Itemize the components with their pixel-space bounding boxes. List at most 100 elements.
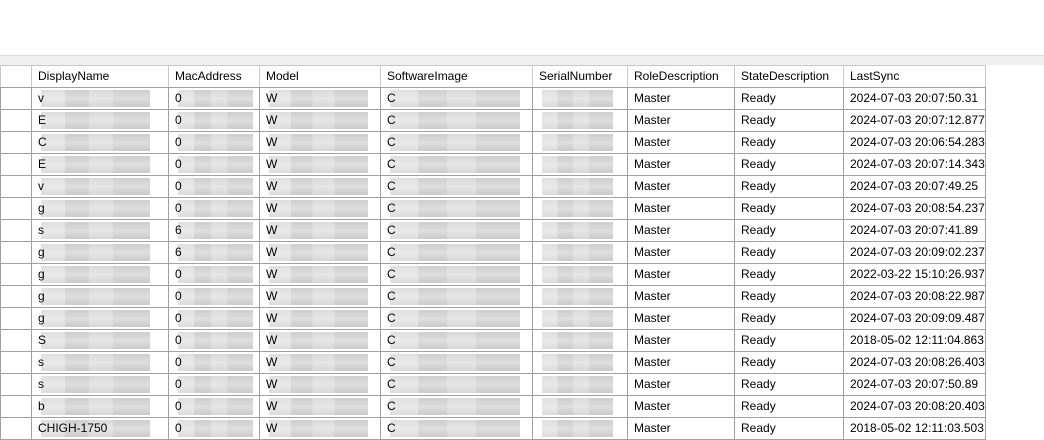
column-header-mac-address[interactable]: MacAddress bbox=[168, 65, 260, 88]
cell-model[interactable]: W bbox=[259, 175, 381, 198]
cell-last-sync[interactable]: 2018-05-02 12:11:03.503 bbox=[843, 417, 986, 440]
cell-display-name[interactable]: g bbox=[31, 197, 169, 220]
cell-display-name[interactable]: g bbox=[31, 263, 169, 286]
row-selector[interactable] bbox=[0, 417, 32, 440]
cell-last-sync[interactable]: 2024-07-03 20:09:09.487 bbox=[843, 307, 986, 330]
table-row[interactable]: S 0 W C Master Ready 2018-05-02 12:11:04.863 bbox=[0, 329, 986, 352]
cell-model[interactable]: W bbox=[259, 417, 381, 440]
cell-serial-number[interactable] bbox=[532, 395, 628, 418]
cell-mac-address[interactable]: 0 bbox=[168, 197, 260, 220]
cell-role-description[interactable]: Master bbox=[627, 153, 735, 176]
cell-display-name[interactable]: CHIGH-1750 bbox=[31, 417, 169, 440]
cell-state-description[interactable]: Ready bbox=[734, 263, 844, 286]
row-selector[interactable] bbox=[0, 131, 32, 154]
cell-model[interactable]: W bbox=[259, 219, 381, 242]
cell-last-sync[interactable]: 2024-07-03 20:08:26.403 bbox=[843, 351, 986, 374]
cell-mac-address[interactable]: 0 bbox=[168, 263, 260, 286]
cell-model[interactable]: W bbox=[259, 241, 381, 264]
cell-mac-address[interactable]: 0 bbox=[168, 87, 260, 110]
table-row[interactable]: C 0 W C Master Ready 2024-07-03 20:06:54.283 bbox=[0, 131, 986, 154]
cell-model[interactable]: W bbox=[259, 153, 381, 176]
cell-last-sync[interactable]: 2024-07-03 20:08:20.403 bbox=[843, 395, 986, 418]
cell-model[interactable]: W bbox=[259, 307, 381, 330]
cell-last-sync[interactable]: 2024-07-03 20:07:41.89 bbox=[843, 219, 986, 242]
cell-serial-number[interactable] bbox=[532, 109, 628, 132]
table-row[interactable]: b 0 W C Master Ready 2024-07-03 20:08:20.403 bbox=[0, 395, 986, 418]
column-header-state-description[interactable]: StateDescription bbox=[734, 65, 844, 88]
table-row[interactable]: g 6 W C Master Ready 2024-07-03 20:09:02.237 bbox=[0, 241, 986, 264]
cell-state-description[interactable]: Ready bbox=[734, 285, 844, 308]
cell-software-image[interactable]: C bbox=[380, 263, 533, 286]
row-selector[interactable] bbox=[0, 241, 32, 264]
row-selector[interactable] bbox=[0, 87, 32, 110]
cell-state-description[interactable]: Ready bbox=[734, 351, 844, 374]
table-row[interactable]: g 0 W C Master Ready 2024-07-03 20:08:54.237 bbox=[0, 197, 986, 220]
query-pane[interactable] bbox=[0, 0, 1044, 56]
cell-role-description[interactable]: Master bbox=[627, 131, 735, 154]
cell-serial-number[interactable] bbox=[532, 197, 628, 220]
cell-software-image[interactable]: C bbox=[380, 285, 533, 308]
cell-state-description[interactable]: Ready bbox=[734, 153, 844, 176]
column-header-display-name[interactable]: DisplayName bbox=[31, 65, 169, 88]
cell-software-image[interactable]: C bbox=[380, 175, 533, 198]
cell-state-description[interactable]: Ready bbox=[734, 329, 844, 352]
cell-state-description[interactable]: Ready bbox=[734, 373, 844, 396]
cell-software-image[interactable]: C bbox=[380, 131, 533, 154]
cell-software-image[interactable]: C bbox=[380, 351, 533, 374]
cell-serial-number[interactable] bbox=[532, 87, 628, 110]
cell-role-description[interactable]: Master bbox=[627, 307, 735, 330]
table-row[interactable]: E 0 W C Master Ready 2024-07-03 20:07:14.343 bbox=[0, 153, 986, 176]
cell-model[interactable]: W bbox=[259, 351, 381, 374]
cell-display-name[interactable]: s bbox=[31, 373, 169, 396]
cell-mac-address[interactable]: 0 bbox=[168, 153, 260, 176]
cell-serial-number[interactable] bbox=[532, 131, 628, 154]
row-selector[interactable] bbox=[0, 329, 32, 352]
cell-serial-number[interactable] bbox=[532, 307, 628, 330]
cell-mac-address[interactable]: 0 bbox=[168, 131, 260, 154]
cell-serial-number[interactable] bbox=[532, 153, 628, 176]
cell-software-image[interactable]: C bbox=[380, 329, 533, 352]
cell-state-description[interactable]: Ready bbox=[734, 307, 844, 330]
row-selector[interactable] bbox=[0, 395, 32, 418]
cell-role-description[interactable]: Master bbox=[627, 87, 735, 110]
cell-last-sync[interactable]: 2024-07-03 20:06:54.283 bbox=[843, 131, 986, 154]
cell-last-sync[interactable]: 2022-03-22 15:10:26.937 bbox=[843, 263, 986, 286]
cell-state-description[interactable]: Ready bbox=[734, 131, 844, 154]
cell-state-description[interactable]: Ready bbox=[734, 87, 844, 110]
cell-mac-address[interactable]: 0 bbox=[168, 109, 260, 132]
cell-role-description[interactable]: Master bbox=[627, 197, 735, 220]
cell-display-name[interactable]: g bbox=[31, 285, 169, 308]
cell-role-description[interactable]: Master bbox=[627, 417, 735, 440]
cell-role-description[interactable]: Master bbox=[627, 373, 735, 396]
cell-state-description[interactable]: Ready bbox=[734, 109, 844, 132]
cell-software-image[interactable]: C bbox=[380, 197, 533, 220]
cell-mac-address[interactable]: 0 bbox=[168, 395, 260, 418]
cell-role-description[interactable]: Master bbox=[627, 285, 735, 308]
table-row[interactable]: s 0 W C Master Ready 2024-07-03 20:07:50.89 bbox=[0, 373, 986, 396]
cell-model[interactable]: W bbox=[259, 87, 381, 110]
cell-serial-number[interactable] bbox=[532, 219, 628, 242]
cell-last-sync[interactable]: 2024-07-03 20:07:50.89 bbox=[843, 373, 986, 396]
cell-display-name[interactable]: s bbox=[31, 219, 169, 242]
cell-role-description[interactable]: Master bbox=[627, 263, 735, 286]
cell-state-description[interactable]: Ready bbox=[734, 197, 844, 220]
cell-serial-number[interactable] bbox=[532, 373, 628, 396]
cell-last-sync[interactable]: 2018-05-02 12:11:04.863 bbox=[843, 329, 986, 352]
row-selector[interactable] bbox=[0, 263, 32, 286]
cell-mac-address[interactable]: 0 bbox=[168, 329, 260, 352]
table-row[interactable]: g 0 W C Master Ready 2024-07-03 20:09:09.487 bbox=[0, 307, 986, 330]
cell-role-description[interactable]: Master bbox=[627, 329, 735, 352]
cell-software-image[interactable]: C bbox=[380, 373, 533, 396]
table-row[interactable]: s 6 W C Master Ready 2024-07-03 20:07:41.89 bbox=[0, 219, 986, 242]
cell-last-sync[interactable]: 2024-07-03 20:08:54.237 bbox=[843, 197, 986, 220]
cell-mac-address[interactable]: 6 bbox=[168, 219, 260, 242]
cell-role-description[interactable]: Master bbox=[627, 175, 735, 198]
column-header-role-description[interactable]: RoleDescription bbox=[627, 65, 735, 88]
cell-software-image[interactable]: C bbox=[380, 219, 533, 242]
cell-role-description[interactable]: Master bbox=[627, 219, 735, 242]
cell-last-sync[interactable]: 2024-07-03 20:09:02.237 bbox=[843, 241, 986, 264]
cell-model[interactable]: W bbox=[259, 109, 381, 132]
cell-display-name[interactable]: b bbox=[31, 395, 169, 418]
cell-mac-address[interactable]: 0 bbox=[168, 307, 260, 330]
cell-serial-number[interactable] bbox=[532, 241, 628, 264]
